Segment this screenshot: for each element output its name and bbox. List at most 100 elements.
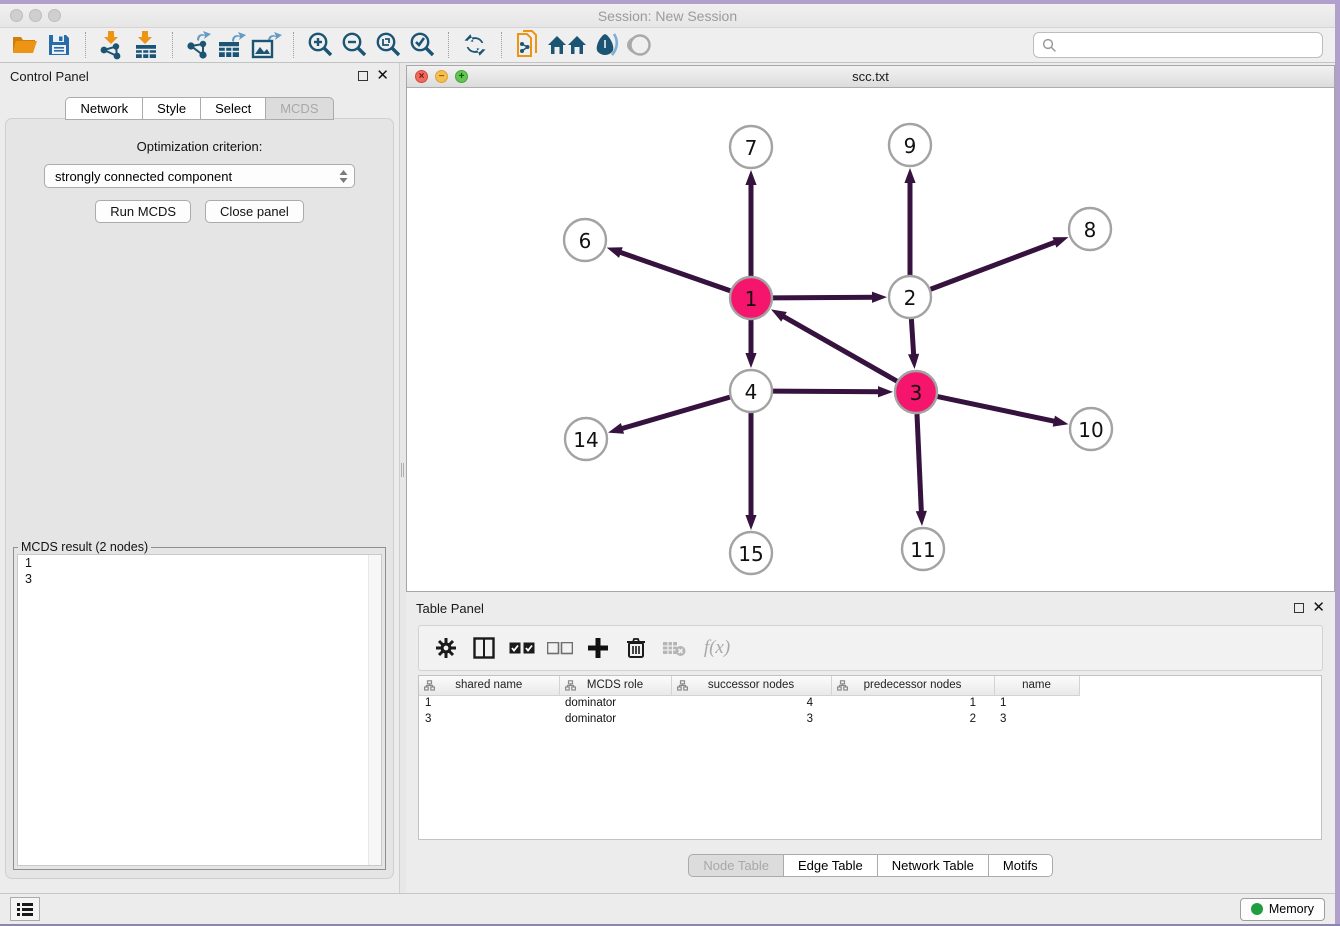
refresh-button[interactable] bbox=[458, 30, 492, 60]
zoom-fit-button[interactable] bbox=[371, 30, 405, 60]
export-table-button[interactable] bbox=[216, 30, 250, 60]
select-all-columns-button[interactable] bbox=[505, 631, 539, 665]
column-header-name[interactable]: name bbox=[994, 676, 1079, 695]
graph-node-label: 14 bbox=[573, 428, 598, 452]
deselect-all-columns-button[interactable] bbox=[543, 631, 577, 665]
tab-select[interactable]: Select bbox=[200, 97, 265, 120]
graph-edge[interactable] bbox=[619, 397, 730, 429]
mcds-result-item[interactable]: 3 bbox=[18, 571, 381, 587]
task-history-button[interactable] bbox=[10, 897, 40, 921]
graph-edge-arrowhead bbox=[745, 170, 756, 185]
graph-node-label: 3 bbox=[910, 381, 923, 405]
memory-status-icon bbox=[1251, 903, 1263, 915]
import-table-button[interactable] bbox=[129, 30, 163, 60]
close-panel-icon[interactable]: ✕ bbox=[376, 71, 389, 81]
table-cell[interactable]: 1 bbox=[831, 695, 994, 711]
export-table-icon bbox=[217, 30, 249, 60]
graph-edge[interactable] bbox=[917, 414, 922, 515]
run-mcds-button[interactable]: Run MCDS bbox=[95, 200, 191, 223]
graph-edge-arrowhead bbox=[607, 247, 623, 258]
float-panel-icon[interactable] bbox=[1294, 603, 1304, 613]
table-cell[interactable]: 1 bbox=[994, 695, 1079, 711]
close-panel-icon[interactable]: ✕ bbox=[1312, 603, 1325, 613]
network-graph[interactable]: 7968124314101511 bbox=[407, 88, 1334, 591]
table-cell[interactable]: 3 bbox=[671, 711, 831, 727]
column-header-successor-nodes[interactable]: successor nodes bbox=[671, 676, 831, 695]
table-row[interactable]: 3dominator323 bbox=[419, 711, 1079, 727]
graph-edge-arrowhead bbox=[904, 168, 915, 183]
save-session-button[interactable] bbox=[42, 30, 76, 60]
table-cell[interactable]: dominator bbox=[559, 711, 671, 727]
tab-mcds[interactable]: MCDS bbox=[265, 97, 333, 120]
graph-edge[interactable] bbox=[773, 391, 882, 392]
tab-node-table[interactable]: Node Table bbox=[688, 854, 783, 877]
graph-edge-arrowhead bbox=[1052, 237, 1068, 248]
tab-motifs[interactable]: Motifs bbox=[988, 854, 1053, 877]
close-panel-button[interactable]: Close panel bbox=[205, 200, 304, 223]
network-canvas[interactable]: 7968124314101511 bbox=[407, 88, 1334, 591]
table-cell[interactable]: 2 bbox=[831, 711, 994, 727]
graph-edge[interactable] bbox=[617, 251, 730, 291]
function-builder-button[interactable]: f(x) bbox=[695, 631, 739, 665]
graph-edge[interactable] bbox=[931, 241, 1059, 289]
tab-edge-table[interactable]: Edge Table bbox=[783, 854, 877, 877]
export-network-button[interactable] bbox=[182, 30, 216, 60]
optimization-criterion-select[interactable]: strongly connected component bbox=[44, 164, 355, 188]
graph-node-label: 6 bbox=[579, 229, 592, 253]
graph-edge-arrowhead bbox=[878, 386, 893, 397]
mcds-result-item[interactable]: 1 bbox=[18, 555, 381, 571]
add-column-button[interactable] bbox=[581, 631, 615, 665]
status-bar: Memory bbox=[0, 893, 1335, 924]
control-panel: Control Panel ✕ Network Style Select MCD… bbox=[0, 63, 400, 893]
delete-column-button[interactable] bbox=[619, 631, 653, 665]
mcds-result-list[interactable]: 1 3 bbox=[17, 554, 382, 866]
open-file-button[interactable] bbox=[8, 30, 42, 60]
graph-edge-arrowhead bbox=[872, 292, 887, 303]
gear-button[interactable] bbox=[429, 631, 463, 665]
table-cell[interactable]: dominator bbox=[559, 695, 671, 711]
search-input[interactable] bbox=[1063, 38, 1314, 53]
zoom-out-button[interactable] bbox=[337, 30, 371, 60]
network-window-titlebar[interactable]: × − + scc.txt bbox=[407, 66, 1334, 88]
tab-style[interactable]: Style bbox=[142, 97, 200, 120]
search-icon bbox=[1042, 38, 1057, 53]
control-panel-tabs: Network Style Select MCDS bbox=[0, 97, 399, 120]
eye-button[interactable] bbox=[623, 30, 657, 60]
table-row[interactable]: 1dominator411 bbox=[419, 695, 1079, 711]
tab-network-table[interactable]: Network Table bbox=[877, 854, 988, 877]
duplicate-network-button[interactable] bbox=[511, 30, 545, 60]
select-all-checkboxes-icon bbox=[509, 642, 535, 655]
float-panel-icon[interactable] bbox=[358, 71, 368, 81]
table-cell[interactable]: 3 bbox=[994, 711, 1079, 727]
column-header-shared-name[interactable]: shared name bbox=[419, 676, 559, 695]
import-network-button[interactable] bbox=[95, 30, 129, 60]
node-table[interactable]: shared name MCDS role successor nodes pr… bbox=[418, 675, 1322, 840]
global-search[interactable] bbox=[1033, 32, 1323, 58]
export-image-button[interactable] bbox=[250, 30, 284, 60]
graph-edge[interactable] bbox=[911, 319, 913, 358]
zoom-selected-button[interactable] bbox=[405, 30, 439, 60]
scrollbar-track[interactable] bbox=[368, 555, 381, 865]
table-cell[interactable]: 4 bbox=[671, 695, 831, 711]
namespace-icon bbox=[837, 680, 848, 694]
zoom-selected-icon bbox=[408, 31, 436, 59]
memory-button[interactable]: Memory bbox=[1240, 898, 1325, 921]
graph-node-label: 2 bbox=[904, 286, 917, 310]
delete-table-icon bbox=[662, 639, 686, 657]
splitter-grip[interactable] bbox=[401, 463, 404, 477]
graph-edge[interactable] bbox=[773, 297, 876, 298]
gear-icon bbox=[435, 637, 457, 659]
tab-network[interactable]: Network bbox=[65, 97, 142, 120]
split-panel-button[interactable] bbox=[467, 631, 501, 665]
table-cell[interactable]: 1 bbox=[419, 695, 559, 711]
main-toolbar bbox=[0, 28, 1335, 63]
graph-edge[interactable] bbox=[938, 397, 1058, 422]
column-header-mcds-role[interactable]: MCDS role bbox=[559, 676, 671, 695]
style-brush-button[interactable] bbox=[589, 30, 623, 60]
table-cell[interactable]: 3 bbox=[419, 711, 559, 727]
graph-edge[interactable] bbox=[781, 315, 897, 381]
zoom-in-button[interactable] bbox=[303, 30, 337, 60]
delete-table-button[interactable] bbox=[657, 631, 691, 665]
column-header-predecessor-nodes[interactable]: predecessor nodes bbox=[831, 676, 994, 695]
overview-houses-button[interactable] bbox=[545, 30, 589, 60]
